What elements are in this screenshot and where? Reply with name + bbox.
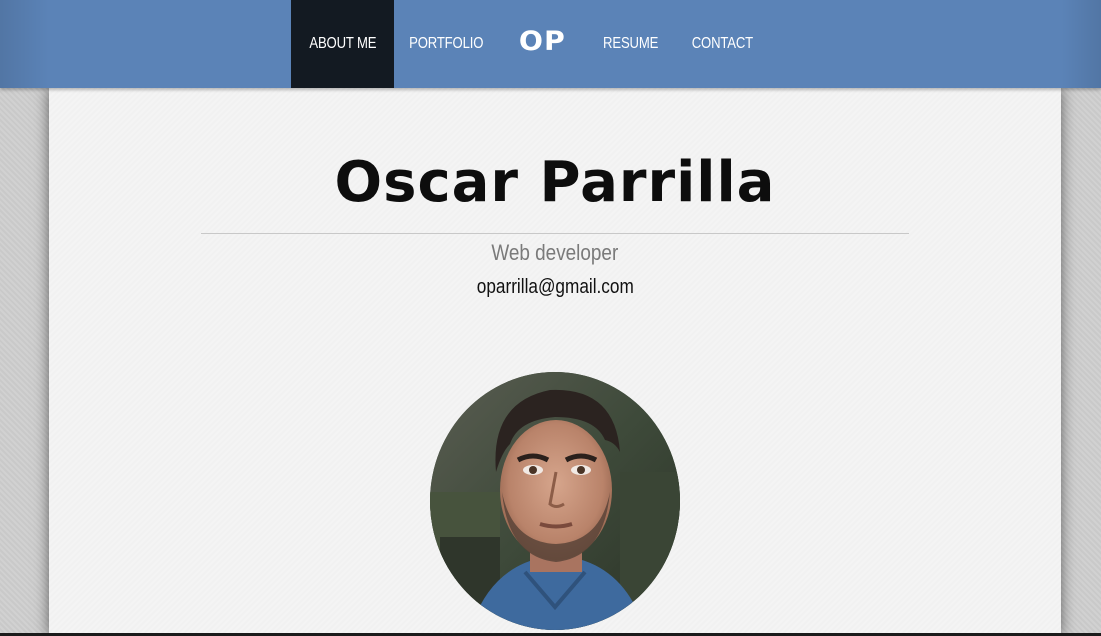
top-navigation-bar: ABOUT ME PORTFOLIO OP RESUME CONTACT bbox=[0, 0, 1101, 88]
profile-name: Oscar Parrilla bbox=[334, 150, 776, 215]
profile-role: Web developer bbox=[49, 240, 1061, 266]
about-panel: Oscar Parrilla Web developer oparrilla@g… bbox=[49, 88, 1061, 636]
nav-about-me-label: ABOUT ME bbox=[309, 35, 376, 52]
nav-contact[interactable]: CONTACT bbox=[676, 0, 768, 88]
nav-portfolio[interactable]: PORTFOLIO bbox=[394, 0, 498, 88]
profile-photo bbox=[430, 372, 680, 630]
main-nav: ABOUT ME PORTFOLIO OP RESUME CONTACT bbox=[291, 0, 768, 88]
header-divider bbox=[201, 233, 909, 234]
profile-photo-illustration bbox=[430, 372, 680, 630]
nav-resume[interactable]: RESUME bbox=[586, 0, 676, 88]
nav-portfolio-label: PORTFOLIO bbox=[408, 35, 484, 52]
nav-about-me[interactable]: ABOUT ME bbox=[291, 0, 394, 88]
site-logo: OP bbox=[518, 25, 566, 57]
header-shadow-right bbox=[1061, 0, 1101, 88]
header-shadow-left bbox=[0, 0, 49, 88]
nav-contact-label: CONTACT bbox=[691, 35, 753, 52]
profile-role-text: Web developer bbox=[491, 240, 619, 265]
site-logo-link[interactable]: OP bbox=[498, 0, 586, 88]
nav-resume-label: RESUME bbox=[603, 35, 659, 52]
profile-email-text: oparrilla@gmail.com bbox=[476, 276, 634, 298]
profile-email[interactable]: oparrilla@gmail.com bbox=[49, 276, 1061, 299]
